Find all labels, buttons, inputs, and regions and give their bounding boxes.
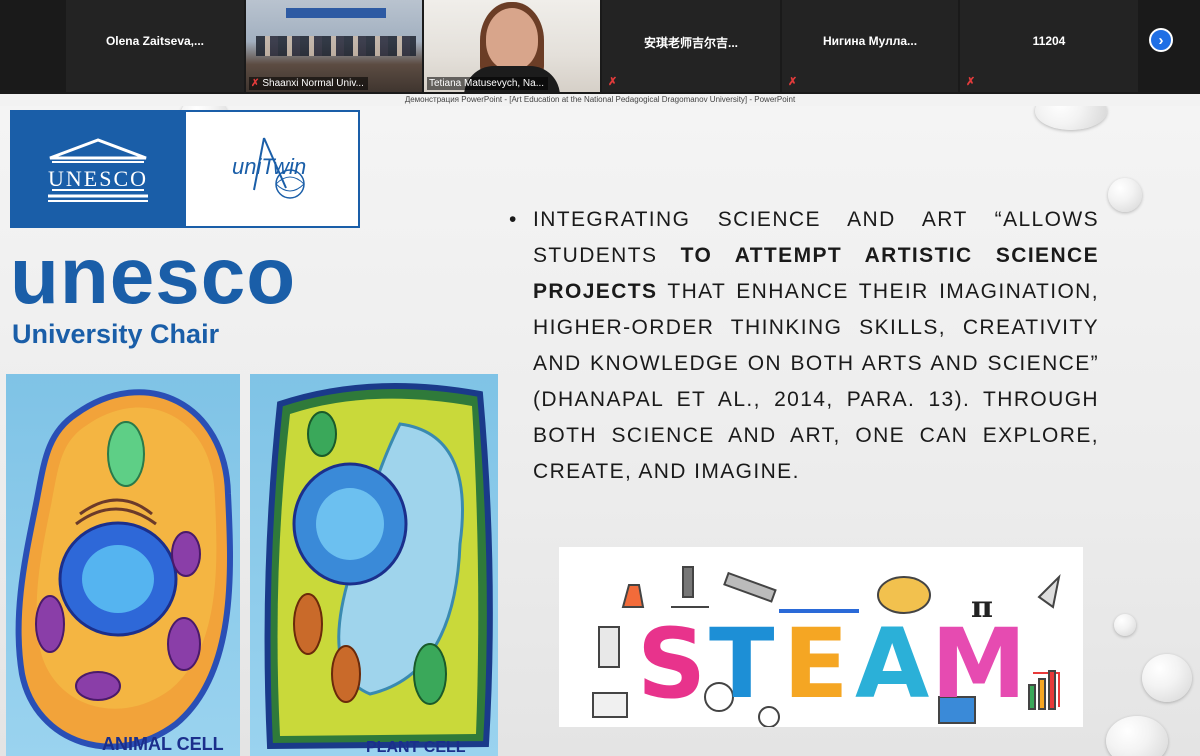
mic-off-icon: ✗ — [966, 76, 976, 88]
slide-bullet-text: • Integrating science and art “allows st… — [509, 202, 1099, 490]
droplet-decoration — [1106, 716, 1168, 756]
participant-name: Tetiana Matusevych, Na... — [429, 78, 545, 89]
video-banner — [286, 8, 386, 18]
text-segment: that enhance their imagination, higher-o… — [533, 280, 1099, 483]
participant-tile[interactable]: 安琪老师吉尔吉... ✗ — [602, 0, 780, 92]
unitwin-logo-icon: uniTwin — [232, 137, 306, 199]
participant-label: Tetiana Matusevych, Na... — [427, 77, 549, 90]
steam-letter-m: M — [931, 608, 1027, 720]
video-content — [486, 8, 538, 70]
bullet-paragraph: Integrating science and art “allows stud… — [533, 202, 1099, 490]
animal-cell-drawing: ANIMAL CELL — [15, 389, 233, 754]
unesco-temple-icon: UNESCO — [48, 138, 148, 202]
participant-tile[interactable]: Olena Zaitseva,... — [66, 0, 244, 92]
participant-video-tile[interactable]: Tetiana Matusevych, Na... — [424, 0, 600, 92]
steam-letter-e: E — [783, 608, 849, 720]
unesco-logo-panel: UNESCO — [12, 112, 186, 226]
slide: UNESCO uniTwin unesco University Chair A… — [0, 106, 1200, 756]
participant-strip: Olena Zaitseva,... ✗ Shaanxi Normal Univ.… — [0, 0, 1200, 94]
mic-off-icon: ✗ — [608, 76, 618, 88]
animal-cell-image: ANIMAL CELL — [6, 374, 240, 756]
steam-letter-a: A — [855, 608, 929, 720]
plant-cell-caption: PLANT CELL — [366, 739, 466, 756]
participant-name: Shaanxi Normal Univ... — [262, 78, 364, 89]
mic-off-icon: ✗ — [251, 78, 260, 89]
unesco-wordmark: unesco — [10, 231, 297, 320]
participant-name: Нигина Мулла... — [822, 34, 918, 48]
participant-video-tile[interactable]: ✗ Shaanxi Normal Univ... — [246, 0, 422, 92]
participant-tile[interactable]: Нигина Мулла... ✗ — [782, 0, 958, 92]
steam-letter-s: S — [637, 608, 706, 720]
participant-name: Olena Zaitseva,... — [105, 34, 205, 48]
mic-off-icon: ✗ — [788, 76, 798, 88]
window-title: Демонстрация PowerPoint - [Art Education… — [0, 94, 1200, 106]
unesco-logo-text: UNESCO — [48, 166, 148, 191]
steam-image: π S T E A M — [559, 547, 1083, 728]
bullet-icon: • — [509, 208, 518, 231]
university-chair-label: University Chair — [12, 319, 220, 349]
plant-cell-drawing: PLANT CELL — [264, 383, 493, 756]
participant-name: 安琪老师吉尔吉... — [643, 36, 738, 50]
participant-label: ✗ Shaanxi Normal Univ... — [249, 77, 368, 90]
droplet-decoration — [1142, 654, 1192, 702]
steam-letter-t: T — [709, 608, 774, 720]
droplet-decoration — [1108, 178, 1142, 212]
animal-cell-caption: ANIMAL CELL — [102, 734, 224, 754]
steam-illustration: π S T E A M — [592, 566, 1061, 728]
video-content — [256, 36, 416, 56]
plant-cell-image: PLANT CELL — [250, 374, 498, 756]
participant-name: 11204 — [1032, 34, 1066, 48]
droplet-decoration — [1035, 106, 1107, 130]
unitwin-logo-text: uniTwin — [232, 154, 306, 179]
droplet-decoration — [1114, 614, 1136, 636]
unesco-unitwin-logo: UNESCO uniTwin — [10, 110, 360, 228]
participant-tile[interactable]: 11204 ✗ — [960, 0, 1138, 92]
chevron-right-icon[interactable]: › — [1149, 28, 1173, 52]
